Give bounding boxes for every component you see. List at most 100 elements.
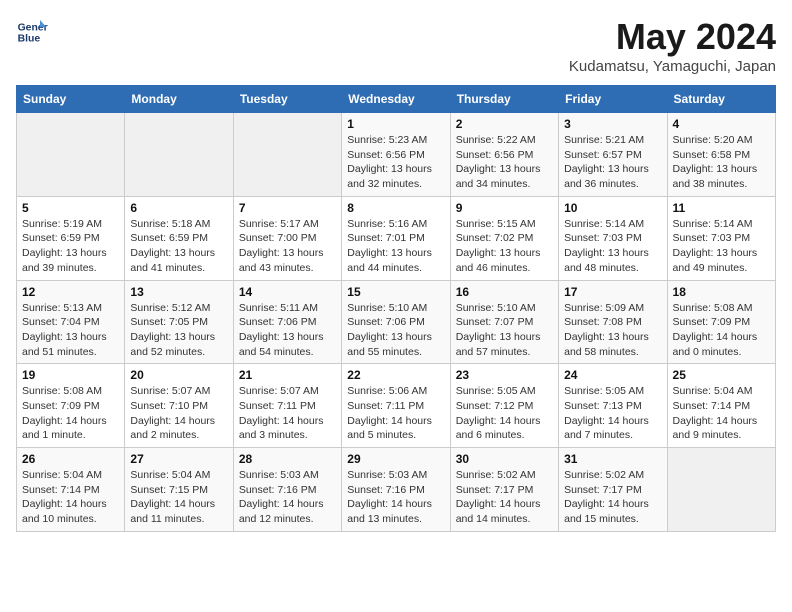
calendar-cell: 5Sunrise: 5:19 AM Sunset: 6:59 PM Daylig… [17,196,125,280]
day-info: Sunrise: 5:14 AM Sunset: 7:03 PM Dayligh… [673,217,770,276]
day-number: 17 [564,285,661,299]
title-area: May 2024 Kudamatsu, Yamaguchi, Japan [569,16,776,75]
day-number: 2 [456,117,553,131]
calendar-cell: 4 Sunrise: 5:20 AM Sunset: 6:58 PM Daylig… [667,113,775,197]
day-number: 4 [673,117,770,131]
day-number: 24 [564,368,661,382]
day-info: Sunrise: 5:10 AM Sunset: 7:07 PM Dayligh… [456,301,553,360]
logo: General Blue [16,16,48,48]
day-info: Sunrise: 5:18 AM Sunset: 6:59 PM Dayligh… [130,217,227,276]
day-info: Sunrise: 5:15 AM Sunset: 7:02 PM Dayligh… [456,217,553,276]
calendar-cell: 14Sunrise: 5:11 AM Sunset: 7:06 PM Dayli… [233,280,341,364]
day-number: 11 [673,201,770,215]
day-number: 10 [564,201,661,215]
day-info: Sunrise: 5:05 AM Sunset: 7:12 PM Dayligh… [456,384,553,443]
day-info: Sunrise: 5:08 AM Sunset: 7:09 PM Dayligh… [22,384,119,443]
weekday-header-row: SundayMondayTuesdayWednesdayThursdayFrid… [17,86,776,113]
day-info: Sunrise: 5:09 AM Sunset: 7:08 PM Dayligh… [564,301,661,360]
calendar-cell: 11 Sunrise: 5:14 AM Sunset: 7:03 PM Dayli… [667,196,775,280]
day-number: 9 [456,201,553,215]
weekday-header-tuesday: Tuesday [233,86,341,113]
calendar-cell: 20Sunrise: 5:07 AM Sunset: 7:10 PM Dayli… [125,364,233,448]
calendar-cell: 29 Sunrise: 5:03 AM Sunset: 7:16 PM Dayli… [342,448,450,532]
day-number: 28 [239,452,336,466]
day-number: 22 [347,368,444,382]
day-info: Sunrise: 5:04 AM Sunset: 7:15 PM Dayligh… [130,468,227,527]
calendar-cell: 6 Sunrise: 5:18 AM Sunset: 6:59 PM Daylig… [125,196,233,280]
week-row-5: 26 Sunrise: 5:04 AM Sunset: 7:14 PM Dayli… [17,448,776,532]
day-info: Sunrise: 5:13 AM Sunset: 7:04 PM Dayligh… [22,301,119,360]
calendar-cell: 19Sunrise: 5:08 AM Sunset: 7:09 PM Dayli… [17,364,125,448]
day-info: Sunrise: 5:22 AM Sunset: 6:56 PM Dayligh… [456,133,553,192]
day-info: Sunrise: 5:07 AM Sunset: 7:11 PM Dayligh… [239,384,336,443]
day-info: Sunrise: 5:02 AM Sunset: 7:17 PM Dayligh… [564,468,661,527]
calendar-table: SundayMondayTuesdayWednesdayThursdayFrid… [16,85,776,532]
calendar-cell: 12 Sunrise: 5:13 AM Sunset: 7:04 PM Dayli… [17,280,125,364]
day-info: Sunrise: 5:05 AM Sunset: 7:13 PM Dayligh… [564,384,661,443]
day-number: 16 [456,285,553,299]
weekday-header-monday: Monday [125,86,233,113]
day-info: Sunrise: 5:14 AM Sunset: 7:03 PM Dayligh… [564,217,661,276]
day-info: Sunrise: 5:12 AM Sunset: 7:05 PM Dayligh… [130,301,227,360]
weekday-header-thursday: Thursday [450,86,558,113]
calendar-cell: 22 Sunrise: 5:06 AM Sunset: 7:11 PM Dayli… [342,364,450,448]
day-number: 20 [130,368,227,382]
calendar-cell: 13 Sunrise: 5:12 AM Sunset: 7:05 PM Dayli… [125,280,233,364]
calendar-cell: 1 Sunrise: 5:23 AM Sunset: 6:56 PM Daylig… [342,113,450,197]
calendar-cell [667,448,775,532]
weekday-header-wednesday: Wednesday [342,86,450,113]
day-number: 26 [22,452,119,466]
calendar-cell: 17 Sunrise: 5:09 AM Sunset: 7:08 PM Dayli… [559,280,667,364]
week-row-2: 5Sunrise: 5:19 AM Sunset: 6:59 PM Daylig… [17,196,776,280]
location: Kudamatsu, Yamaguchi, Japan [569,58,776,75]
calendar-cell [17,113,125,197]
day-info: Sunrise: 5:04 AM Sunset: 7:14 PM Dayligh… [673,384,770,443]
day-number: 7 [239,201,336,215]
day-info: Sunrise: 5:19 AM Sunset: 6:59 PM Dayligh… [22,217,119,276]
day-number: 1 [347,117,444,131]
day-info: Sunrise: 5:16 AM Sunset: 7:01 PM Dayligh… [347,217,444,276]
calendar-cell: 16 Sunrise: 5:10 AM Sunset: 7:07 PM Dayli… [450,280,558,364]
calendar-cell: 9 Sunrise: 5:15 AM Sunset: 7:02 PM Daylig… [450,196,558,280]
day-number: 18 [673,285,770,299]
calendar-cell: 2 Sunrise: 5:22 AM Sunset: 6:56 PM Daylig… [450,113,558,197]
day-number: 14 [239,285,336,299]
calendar-cell [233,113,341,197]
day-number: 30 [456,452,553,466]
day-info: Sunrise: 5:17 AM Sunset: 7:00 PM Dayligh… [239,217,336,276]
day-number: 13 [130,285,227,299]
calendar-cell: 8 Sunrise: 5:16 AM Sunset: 7:01 PM Daylig… [342,196,450,280]
calendar-cell: 10 Sunrise: 5:14 AM Sunset: 7:03 PM Dayli… [559,196,667,280]
day-info: Sunrise: 5:03 AM Sunset: 7:16 PM Dayligh… [347,468,444,527]
calendar-cell: 24 Sunrise: 5:05 AM Sunset: 7:13 PM Dayli… [559,364,667,448]
day-number: 25 [673,368,770,382]
calendar-cell: 7 Sunrise: 5:17 AM Sunset: 7:00 PM Daylig… [233,196,341,280]
day-info: Sunrise: 5:21 AM Sunset: 6:57 PM Dayligh… [564,133,661,192]
day-number: 21 [239,368,336,382]
day-number: 31 [564,452,661,466]
day-info: Sunrise: 5:06 AM Sunset: 7:11 PM Dayligh… [347,384,444,443]
weekday-header-friday: Friday [559,86,667,113]
day-info: Sunrise: 5:23 AM Sunset: 6:56 PM Dayligh… [347,133,444,192]
day-info: Sunrise: 5:20 AM Sunset: 6:58 PM Dayligh… [673,133,770,192]
day-info: Sunrise: 5:04 AM Sunset: 7:14 PM Dayligh… [22,468,119,527]
page-header: General Blue May 2024 Kudamatsu, Yamaguc… [16,16,776,75]
month-title: May 2024 [569,16,776,58]
day-number: 6 [130,201,227,215]
weekday-header-saturday: Saturday [667,86,775,113]
calendar-cell: 25 Sunrise: 5:04 AM Sunset: 7:14 PM Dayli… [667,364,775,448]
calendar-cell: 27Sunrise: 5:04 AM Sunset: 7:15 PM Dayli… [125,448,233,532]
calendar-cell: 26 Sunrise: 5:04 AM Sunset: 7:14 PM Dayli… [17,448,125,532]
calendar-cell: 30Sunrise: 5:02 AM Sunset: 7:17 PM Dayli… [450,448,558,532]
calendar-cell: 18Sunrise: 5:08 AM Sunset: 7:09 PM Dayli… [667,280,775,364]
calendar-cell: 23Sunrise: 5:05 AM Sunset: 7:12 PM Dayli… [450,364,558,448]
day-info: Sunrise: 5:03 AM Sunset: 7:16 PM Dayligh… [239,468,336,527]
calendar-cell: 3 Sunrise: 5:21 AM Sunset: 6:57 PM Daylig… [559,113,667,197]
day-number: 29 [347,452,444,466]
calendar-cell: 15Sunrise: 5:10 AM Sunset: 7:06 PM Dayli… [342,280,450,364]
calendar-cell: 28 Sunrise: 5:03 AM Sunset: 7:16 PM Dayli… [233,448,341,532]
day-number: 12 [22,285,119,299]
weekday-header-sunday: Sunday [17,86,125,113]
day-number: 8 [347,201,444,215]
day-number: 3 [564,117,661,131]
